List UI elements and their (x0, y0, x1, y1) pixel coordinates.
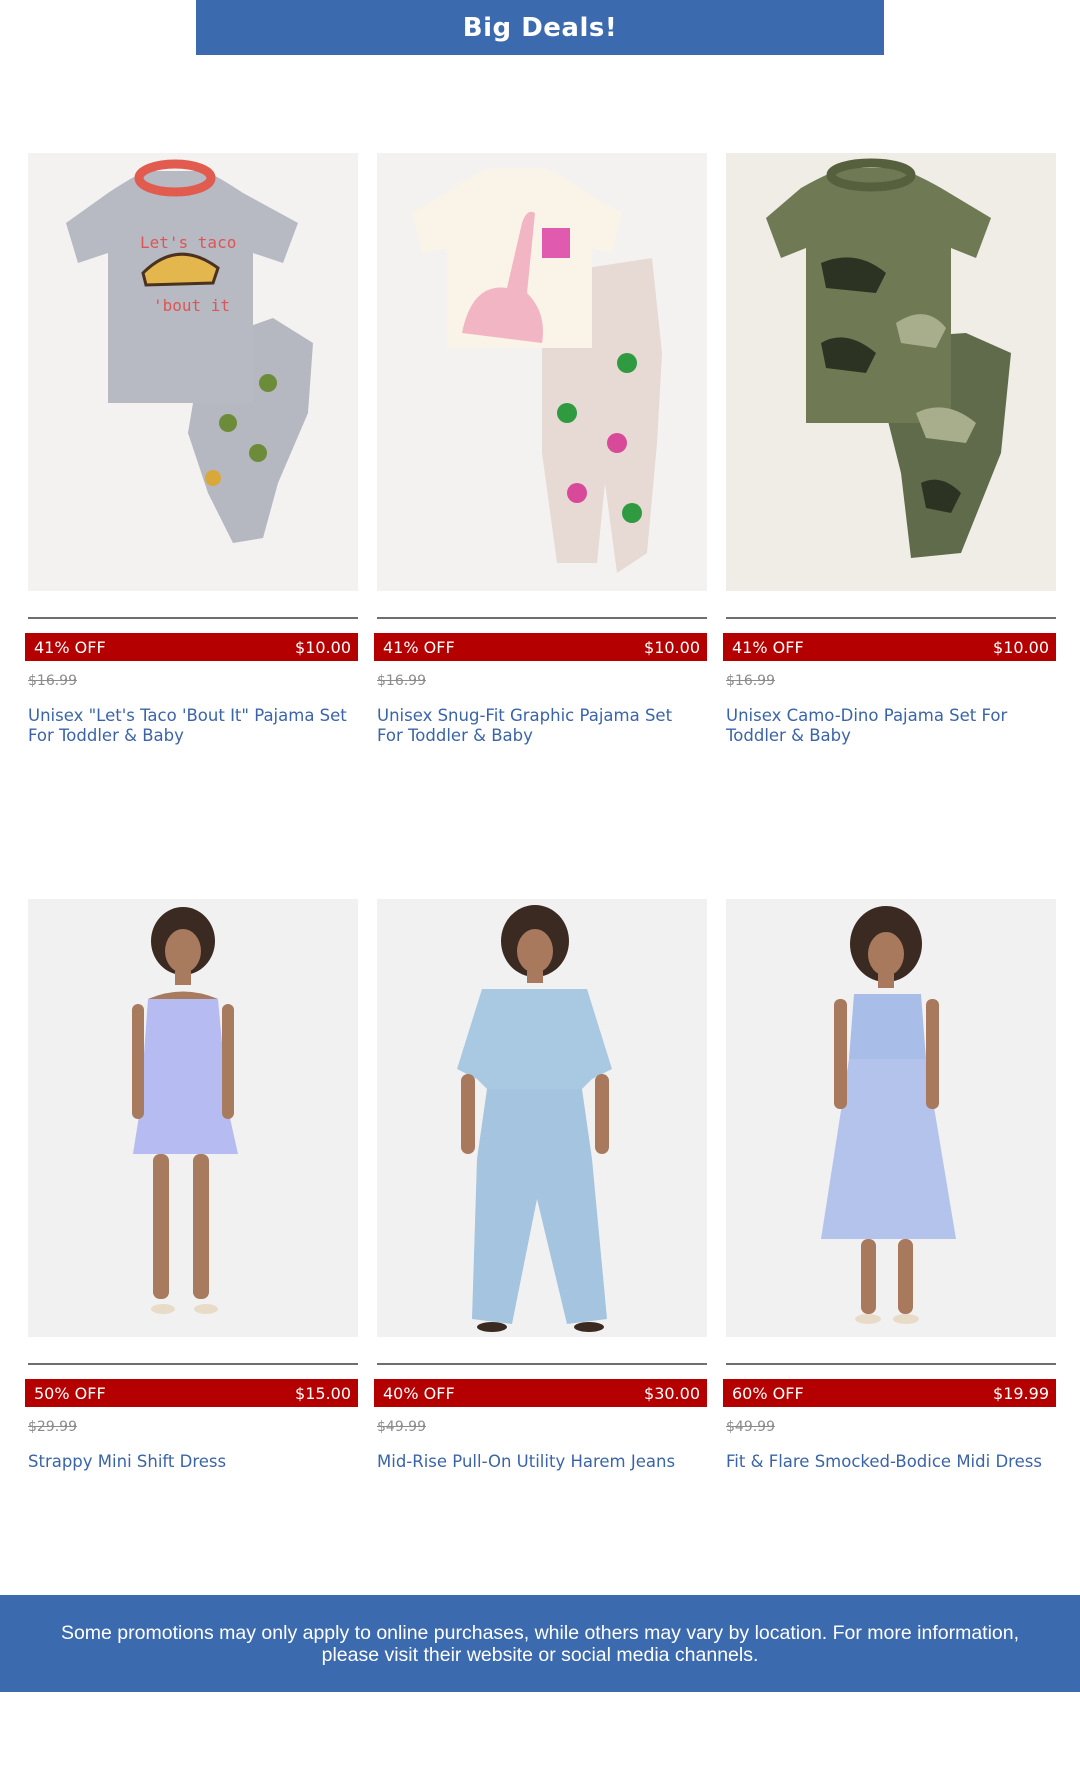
original-price: $49.99 (377, 1419, 426, 1435)
card-divider (28, 1363, 358, 1365)
card-divider (377, 1363, 707, 1365)
svg-text:Let's taco: Let's taco (140, 233, 236, 252)
product-name-link[interactable]: Unisex Snug-Fit Graphic Pajama Set For T… (377, 706, 697, 746)
original-price: $16.99 (28, 673, 77, 689)
discount-label: 41% OFF (383, 637, 455, 657)
deal-bar: 41% OFF $10.00 (374, 633, 707, 661)
big-deals-banner: Big Deals! (196, 0, 884, 55)
discount-label: 60% OFF (732, 1383, 804, 1403)
product-name-link[interactable]: Strappy Mini Shift Dress (28, 1452, 348, 1472)
discount-label: 41% OFF (34, 637, 106, 657)
deal-bar: 50% OFF $15.00 (25, 1379, 358, 1407)
card-divider (377, 617, 707, 619)
original-price: $16.99 (377, 673, 426, 689)
sale-price: $15.00 (295, 1383, 351, 1403)
midi-dress-image[interactable] (726, 899, 1056, 1337)
original-price: $29.99 (28, 1419, 77, 1435)
deal-bar: 60% OFF $19.99 (723, 1379, 1056, 1407)
sale-price: $19.99 (993, 1383, 1049, 1403)
discount-label: 50% OFF (34, 1383, 106, 1403)
card-divider (726, 617, 1056, 619)
deal-bar: 40% OFF $30.00 (374, 1379, 707, 1407)
original-price: $16.99 (726, 673, 775, 689)
discount-label: 41% OFF (732, 637, 804, 657)
sale-price: $10.00 (295, 637, 351, 657)
disclaimer-text: Some promotions may only apply to online… (60, 1621, 1020, 1666)
dino-pajama-set-image[interactable] (377, 153, 707, 591)
sale-price: $10.00 (644, 637, 700, 657)
deal-bar: 41% OFF $10.00 (723, 633, 1056, 661)
product-name-link[interactable]: Fit & Flare Smocked-Bodice Midi Dress (726, 1452, 1046, 1472)
mini-dress-image[interactable] (28, 899, 358, 1337)
card-divider (726, 1363, 1056, 1365)
camo-pajama-set-image[interactable] (726, 153, 1056, 591)
deal-bar: 41% OFF $10.00 (25, 633, 358, 661)
promotions-disclaimer: Some promotions may only apply to online… (0, 1595, 1080, 1692)
product-name-link[interactable]: Mid-Rise Pull-On Utility Harem Jeans (377, 1452, 697, 1472)
original-price: $49.99 (726, 1419, 775, 1435)
sale-price: $30.00 (644, 1383, 700, 1403)
product-name-link[interactable]: Unisex "Let's Taco 'Bout It" Pajama Set … (28, 706, 348, 746)
taco-pajama-set-image[interactable]: Let's taco 'bout it (28, 153, 358, 591)
card-divider (28, 617, 358, 619)
svg-text:'bout it: 'bout it (153, 296, 230, 315)
harem-jeans-image[interactable] (377, 899, 707, 1337)
discount-label: 40% OFF (383, 1383, 455, 1403)
banner-title: Big Deals! (462, 12, 618, 43)
sale-price: $10.00 (993, 637, 1049, 657)
product-name-link[interactable]: Unisex Camo-Dino Pajama Set For Toddler … (726, 706, 1046, 746)
